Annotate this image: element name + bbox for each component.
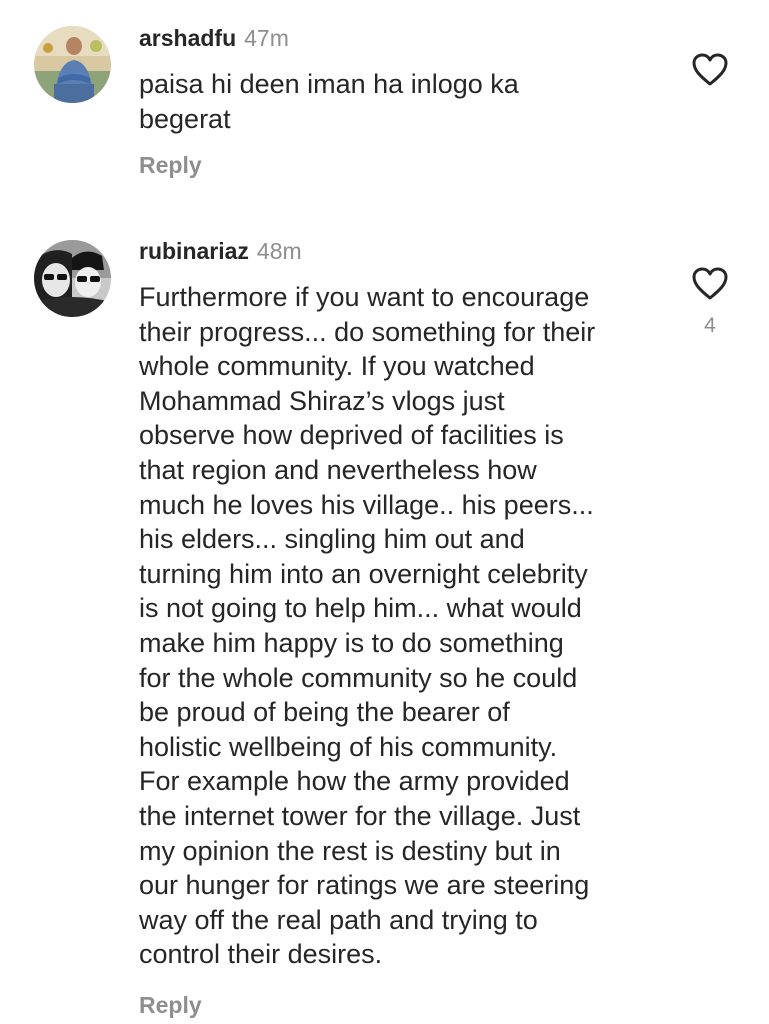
timestamp: 48m xyxy=(256,238,302,264)
comment-line: paisa hi deen iman ha inlogo ka xyxy=(139,69,519,99)
comment-item: rubinariaz 48m Furthermore if you want to… xyxy=(0,230,769,1024)
avatar[interactable] xyxy=(34,26,111,103)
comment-line: Mohammad Shiraz’s vlogs just xyxy=(139,385,505,416)
username[interactable]: rubinariaz xyxy=(139,238,249,264)
avatar[interactable] xyxy=(34,240,111,317)
comment-item: arshadfu 47m paisa hi deen iman ha inlogo… xyxy=(0,0,769,200)
comment-text: paisa hi deen iman ha inlogo ka begerat xyxy=(139,67,659,136)
comment-line: For example how the army provided xyxy=(139,766,570,797)
comment-line: that region and nevertheless how xyxy=(139,454,537,485)
heart-outline-icon xyxy=(692,53,728,86)
comment-text: Furthermore if you want to encourage the… xyxy=(139,280,659,972)
reply-button[interactable]: Reply xyxy=(139,992,202,1019)
comment-line: Furthermore if you want to encourage xyxy=(139,282,590,312)
comment-line: be proud of being the bearer of xyxy=(139,697,510,728)
timestamp: 47m xyxy=(244,25,289,51)
comment-line: whole community. If you watched xyxy=(139,351,535,382)
comment-line: for the whole community so he could xyxy=(139,662,578,693)
comment-line: the internet tower for the village. Just xyxy=(139,800,581,831)
like-count: 4 xyxy=(704,314,716,337)
comment-header: arshadfu 47m xyxy=(139,23,289,53)
comment-line: much he loves his village.. his peers... xyxy=(139,489,594,520)
comment-line: observe how deprived of facilities is xyxy=(139,420,564,451)
comment-line: their progress... do something for their xyxy=(139,316,596,347)
comment-line: is not going to help him... what would xyxy=(139,593,582,624)
comment-line: his elders... singling him out and xyxy=(139,524,525,555)
comment-line: our hunger for ratings we are steering xyxy=(139,870,590,901)
comment-line: turning him into an overnight celebrity xyxy=(139,558,588,589)
comment-line: my opinion the rest is destiny but in xyxy=(139,835,561,866)
comment-line: way off the real path and trying to xyxy=(139,904,538,935)
comment-line: holistic wellbeing of his community. xyxy=(139,731,558,762)
heart-outline-icon xyxy=(692,267,728,300)
like-button[interactable] xyxy=(690,266,730,302)
username[interactable]: arshadfu xyxy=(139,25,236,51)
avatar-photo-icon xyxy=(34,26,111,103)
like-button[interactable] xyxy=(690,52,730,88)
avatar-photo-icon xyxy=(34,240,111,317)
comment-line: make him happy is to do something xyxy=(139,627,564,658)
reply-button[interactable]: Reply xyxy=(139,152,202,179)
comment-header: rubinariaz 48m xyxy=(139,236,302,266)
comment-line: control their desires. xyxy=(139,939,383,970)
comment-line: begerat xyxy=(139,103,231,134)
